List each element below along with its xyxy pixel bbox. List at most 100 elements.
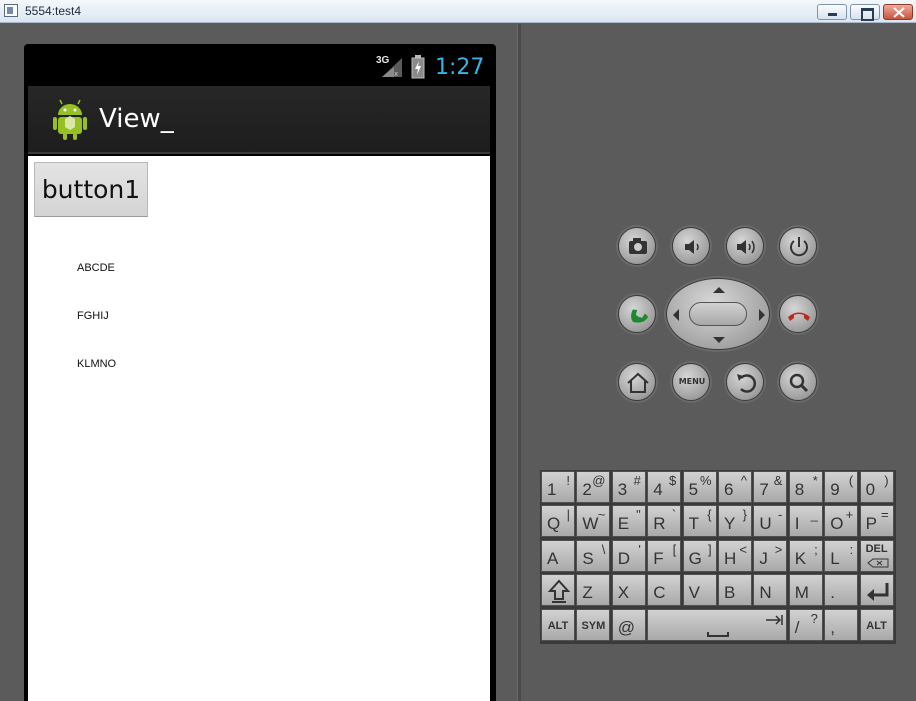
key-alt-label: ] [707,542,712,557]
key-1[interactable]: 1! [541,471,575,503]
key-p[interactable]: P = [859,505,894,537]
key-label: A [547,549,559,568]
window-titlebar: 5554:test4 [0,0,916,23]
shift-key[interactable] [541,574,575,606]
key-alt-label: % [700,473,712,488]
key-alt-label: ? [810,611,818,626]
key-6[interactable]: 6 ^ [718,471,752,503]
slash-key[interactable]: /? [788,609,823,641]
key-label: S [582,549,594,568]
key-alt-label: - [778,507,783,522]
enter-key[interactable] [859,574,894,606]
action-bar [28,86,490,154]
space-tab-icon [707,615,783,637]
svg-text:x: x [394,70,398,78]
key-2[interactable]: 2 @ [576,471,611,503]
key-o[interactable]: O + [824,505,859,537]
maximize-button[interactable] [850,4,880,21]
key-label: J [759,549,768,568]
key-t[interactable]: T{ [682,505,717,537]
key-9[interactable]: 9( [824,471,859,503]
key-0[interactable]: 0) [859,471,894,503]
minimize-button[interactable] [817,4,847,20]
volume-up-button[interactable] [726,227,764,265]
key-j[interactable]: J > [753,540,788,572]
key-label: 5 [688,480,699,499]
search-icon [789,373,809,393]
key-b[interactable]: B [718,574,752,606]
key-a[interactable]: A [541,540,575,572]
back-button[interactable] [726,363,764,401]
end-call-button[interactable] [779,295,817,333]
key-alt-label: ! [566,473,570,488]
key-q[interactable]: Q | [541,505,575,537]
key-alt-label: * [812,473,818,488]
key-f[interactable]: F[ [647,540,682,572]
key-3[interactable]: 3 # [611,471,646,503]
at-key[interactable]: @ [611,609,646,641]
key-7[interactable]: 7 & [753,471,788,503]
power-button[interactable] [779,227,817,265]
volume-down-button[interactable] [672,227,710,265]
key-s[interactable]: S \ [576,540,611,572]
key-label: M [794,583,809,602]
key-label: X [617,583,630,602]
key-v[interactable]: V [682,574,717,606]
key-label: T [688,514,699,533]
dpad-center-button[interactable] [689,302,747,326]
key-alt-label: = [881,507,889,522]
key-4[interactable]: 4 $ [647,471,682,503]
key-i[interactable]: I _ [788,505,823,537]
key-d[interactable]: D ' [611,540,646,572]
key-5[interactable]: 5% [682,471,717,503]
window-title: 5554:test4 [25,4,82,18]
key-e[interactable]: E " [611,505,646,537]
key-label: G [688,549,702,568]
volume-up-icon [737,240,755,254]
home-button[interactable] [618,363,656,401]
key-h[interactable]: H < [718,540,752,572]
key-y[interactable]: Y} [718,505,752,537]
button1[interactable]: button1 [34,162,148,217]
key-label: 2 [582,480,592,499]
key-l[interactable]: L: [824,540,859,572]
camera-icon [629,238,647,254]
key-label: Q [547,514,561,533]
delete-key[interactable]: DEL [859,540,894,572]
key-alt-label: $ [668,473,677,488]
key-g[interactable]: G] [682,540,717,572]
key-m[interactable]: M [788,574,823,606]
key-n[interactable]: N [753,574,788,606]
alt-key-right[interactable]: ALT [859,609,894,641]
key-u[interactable]: U- [753,505,788,537]
key-z[interactable]: Z [576,574,611,606]
key-label: . [830,583,835,602]
key-alt-label: { [707,507,712,522]
key-label: ALT [866,620,887,632]
key-.[interactable]: . [824,574,859,606]
key-8[interactable]: 8 * [788,471,823,503]
call-button[interactable] [618,295,656,333]
sym-key[interactable]: SYM [576,609,611,641]
key-w[interactable]: W ~ [576,505,611,537]
space-key[interactable] [647,609,787,641]
key-label: 9 [830,480,840,499]
key-label: 8 [794,480,805,499]
key-k[interactable]: K; [788,540,823,572]
key-r[interactable]: R ` [647,505,682,537]
key-label: 0 [865,480,876,499]
key-c[interactable]: C [647,574,682,606]
key-x[interactable]: X [611,574,646,606]
key-label: 3 [617,480,628,499]
close-button[interactable] [883,4,913,20]
key-alt-label: ^ [740,473,747,488]
alt-key-left[interactable]: ALT [541,609,575,641]
key-label: D [617,549,631,568]
menu-button[interactable]: MENU [672,363,710,401]
status-clock: 1:27 [435,55,485,80]
comma-key[interactable]: , [824,609,859,641]
key-alt-label: & [773,473,783,488]
search-button[interactable] [779,363,817,401]
app-content [28,156,490,701]
camera-button[interactable] [618,227,656,265]
